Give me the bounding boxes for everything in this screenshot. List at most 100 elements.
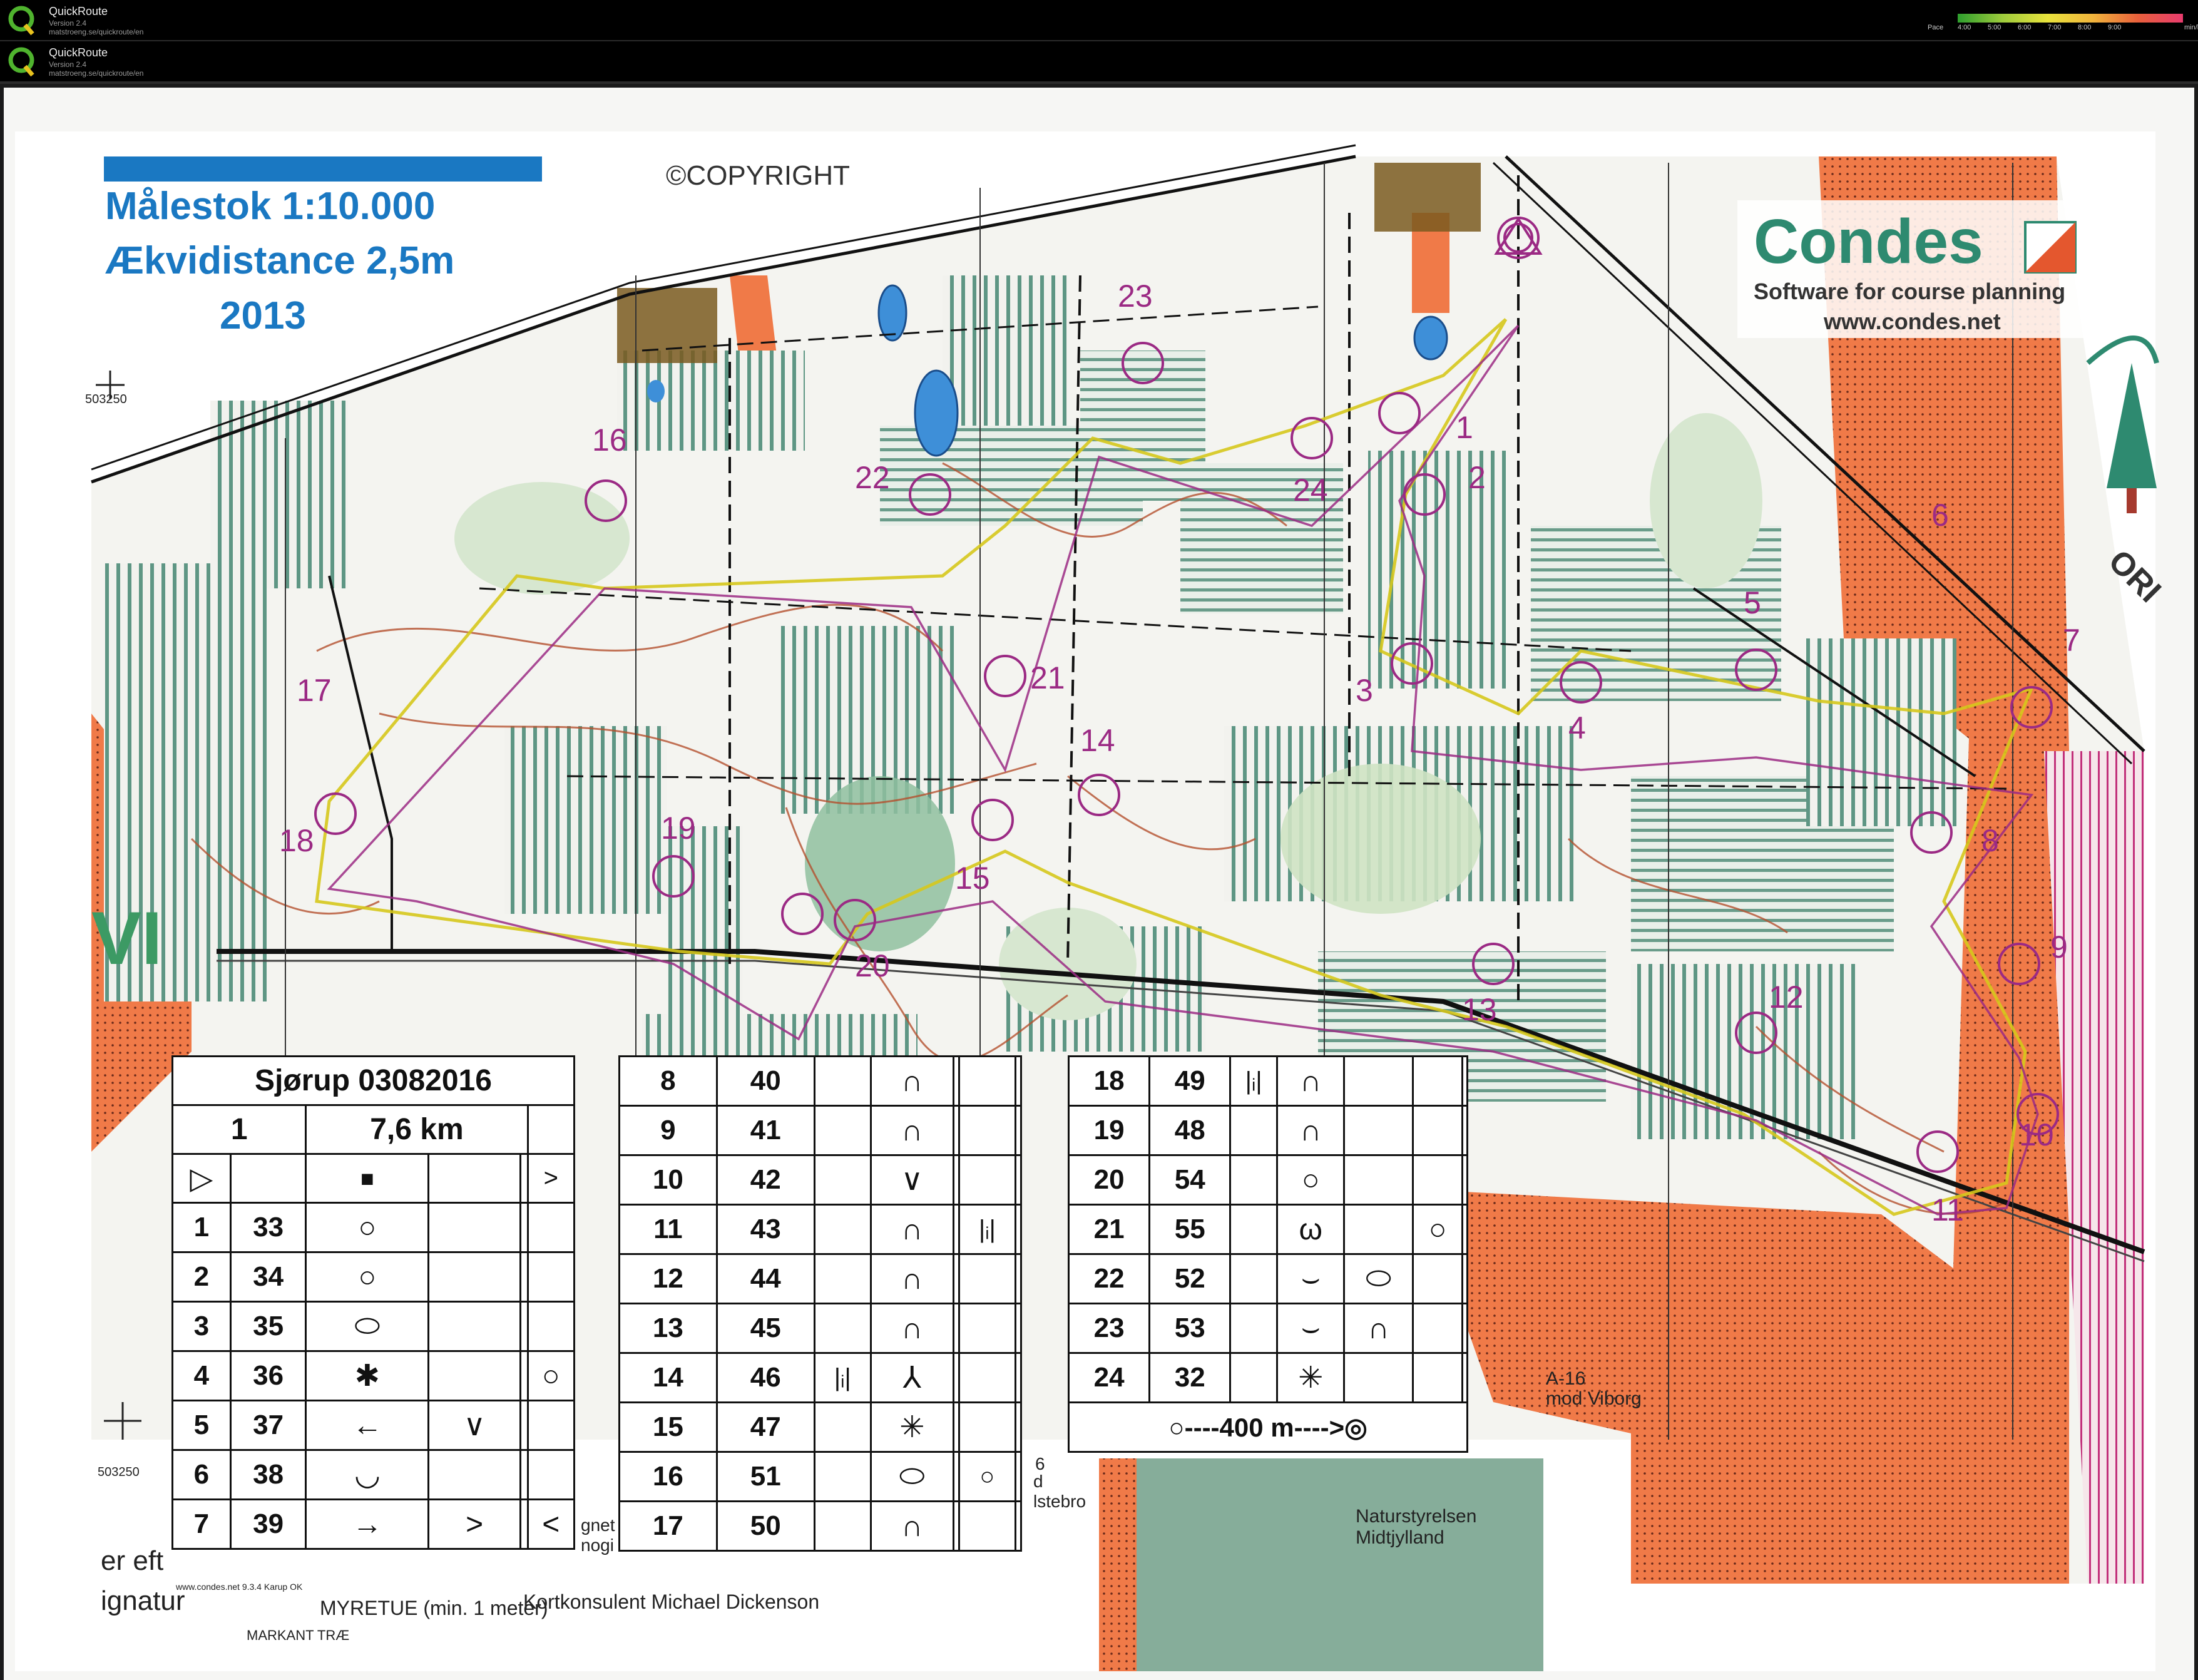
condes-tagline: Software for course planning <box>1754 279 2065 304</box>
empty-cell <box>1411 1352 1464 1403</box>
legend-tree: MARKANT TRÆ <box>247 1627 349 1643</box>
control-code: 35 <box>229 1301 307 1352</box>
app-url: matstroeng.se/quickroute/en <box>49 69 144 78</box>
control-code: 49 <box>1148 1055 1232 1107</box>
control-number: 10 <box>2019 1117 2054 1152</box>
pond <box>877 284 907 342</box>
empty-cell <box>1461 1154 1468 1206</box>
empty-cell <box>427 1449 521 1500</box>
frag-left: er eft <box>101 1545 163 1576</box>
feature-icon: ∩ <box>869 1500 954 1552</box>
empty-cell <box>952 1352 960 1403</box>
empty-cell <box>952 1253 960 1304</box>
control-number: 11 <box>1931 1192 1964 1227</box>
control-number: 15 <box>955 861 990 896</box>
control-number: 20 <box>855 948 890 983</box>
forest-block <box>1806 638 1956 826</box>
control-seq: 1 <box>171 1202 232 1253</box>
control-seq: 7 <box>171 1498 232 1550</box>
control-code: 48 <box>1148 1105 1232 1156</box>
control-seq: 20 <box>1067 1154 1151 1206</box>
pace-gradient <box>1958 14 2183 23</box>
road-label: mod Viborg <box>1546 1388 1642 1409</box>
direction-icon: ← <box>305 1400 430 1451</box>
empty-cell <box>1014 1451 1023 1502</box>
vegetation <box>1650 413 1762 588</box>
control-code: 34 <box>229 1251 307 1303</box>
control-code: 54 <box>1148 1154 1232 1206</box>
feature-icon: > <box>427 1498 521 1550</box>
feature-icon: ∩ <box>869 1055 954 1107</box>
control-number: 14 <box>1080 723 1115 758</box>
feature-icon: ∨ <box>869 1154 954 1206</box>
empty-cell <box>813 1451 872 1502</box>
detail-icon: |ᵢ| <box>958 1204 1016 1255</box>
control-number: 4 <box>1568 710 1586 745</box>
forest-block <box>210 401 348 588</box>
empty-cell <box>229 1153 307 1204</box>
app-title: QuickRoute <box>49 46 108 59</box>
empty-cell <box>952 1154 960 1206</box>
control-code: 42 <box>715 1154 815 1206</box>
pace-tick: 6:00 <box>2018 24 2032 31</box>
control-number: 3 <box>1356 673 1373 708</box>
control-code: 50 <box>715 1500 815 1552</box>
empty-cell <box>952 1500 960 1552</box>
control-code: 52 <box>1148 1253 1232 1304</box>
start-position-icon: > <box>526 1153 575 1204</box>
empty-cell <box>1014 1204 1023 1255</box>
year-text: 2013 <box>220 294 306 337</box>
empty-cell <box>1014 1352 1023 1403</box>
pond <box>647 380 665 402</box>
control-number: 2 <box>1468 460 1486 495</box>
event-name: Sjørup 03082016 <box>171 1055 575 1106</box>
app-url: matstroeng.se/quickroute/en <box>49 28 144 36</box>
feature-icon: ∨ <box>427 1400 521 1451</box>
consultant: Kortkonsulent Michael Dickenson <box>523 1590 819 1613</box>
empty-cell <box>519 1400 529 1451</box>
course-length: 7,6 km <box>305 1104 529 1155</box>
empty-cell <box>958 1500 1016 1552</box>
control-seq: 15 <box>618 1401 718 1453</box>
empty-cell <box>952 1451 960 1502</box>
empty-cell <box>1229 1105 1279 1156</box>
empty-cell <box>958 1154 1016 1206</box>
empty-cell <box>1461 1352 1468 1403</box>
control-number: 22 <box>855 460 890 495</box>
empty-cell <box>813 1253 872 1304</box>
empty-cell <box>958 1303 1016 1354</box>
feature-icon: ∩ <box>1276 1055 1346 1107</box>
empty-cell <box>1411 1105 1464 1156</box>
empty-cell <box>1229 1352 1279 1403</box>
empty-cell <box>952 1303 960 1354</box>
control-seq: 8 <box>618 1055 718 1107</box>
control-number: 24 <box>1293 473 1328 508</box>
tree-trunk-icon <box>2127 488 2137 513</box>
frag-mid: nogi <box>581 1535 614 1555</box>
forest-block <box>943 275 1068 426</box>
quickroute-logo-icon <box>8 6 34 36</box>
empty-cell <box>958 1352 1016 1403</box>
control-seq: 5 <box>171 1400 232 1451</box>
frag-left: ignatur <box>101 1585 185 1616</box>
control-description-table-2: 8 40 ∩ 9 41 ∩ 10 42 ∨ 11 43 ∩ |ᵢ| 12 44 … <box>618 1055 1023 1552</box>
control-seq: 23 <box>1067 1303 1151 1354</box>
control-code: 38 <box>229 1449 307 1500</box>
pond <box>1413 315 1448 361</box>
control-seq: 11 <box>618 1204 718 1255</box>
control-seq: 13 <box>618 1303 718 1354</box>
control-seq: 21 <box>1067 1204 1151 1255</box>
empty-cell <box>519 1251 529 1303</box>
empty-cell <box>526 1449 575 1500</box>
empty-cell <box>1014 1055 1023 1107</box>
control-description-table-3: 18 49 |ᵢ| ∩ 19 48 ∩ 20 54 ○ 21 55 ω ○ 22… <box>1067 1055 1468 1453</box>
control-seq: 18 <box>1067 1055 1151 1107</box>
empty-cell <box>1014 1253 1023 1304</box>
empty-cell <box>1343 1105 1414 1156</box>
empty-cell <box>1461 1055 1468 1107</box>
scale-text: Målestok 1:10.000 <box>105 185 435 228</box>
frag-right: lstebro <box>1033 1492 1086 1511</box>
orienteering-map[interactable]: 1 2 3 4 5 6 7 8 9 10 11 12 13 14 15 16 1… <box>4 88 2194 1680</box>
empty-cell <box>958 1253 1016 1304</box>
control-number: 8 <box>1981 823 1999 858</box>
